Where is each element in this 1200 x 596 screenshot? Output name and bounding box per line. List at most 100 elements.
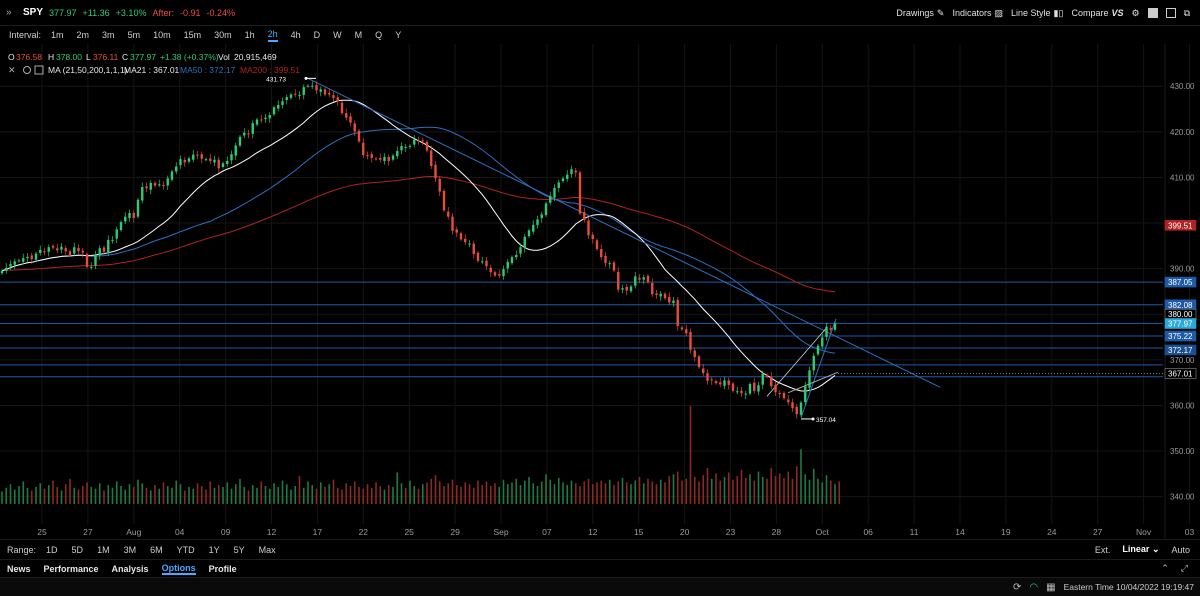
interval-15m[interactable]: 15m [184, 30, 202, 40]
volume-bar [77, 489, 80, 504]
tab-performance[interactable]: Performance [44, 564, 99, 574]
tab-news[interactable]: News [7, 564, 31, 574]
x-tick-label: 29 [450, 527, 460, 537]
maximize-icon[interactable] [1165, 8, 1176, 18]
interval-2h[interactable]: 2h [267, 29, 278, 42]
volume-bar [115, 481, 118, 504]
layout-icon[interactable] [1147, 8, 1158, 18]
interval-1h[interactable]: 1h [245, 30, 255, 40]
grid-icon[interactable]: ▦ [1046, 582, 1055, 593]
range-max[interactable]: Max [259, 545, 276, 555]
volume-bar [770, 468, 773, 504]
ma-study-title: MA (21,50,200,1,1,1) [48, 65, 128, 75]
candle-body [553, 187, 556, 198]
interval-2m[interactable]: 2m [77, 30, 90, 40]
volume-bar [689, 406, 692, 504]
range-ytd[interactable]: YTD [177, 545, 195, 555]
candle-body [736, 391, 739, 393]
range-6m[interactable]: 6M [150, 545, 163, 555]
range-1d[interactable]: 1D [46, 545, 58, 555]
symbol-label[interactable]: SPY [23, 7, 43, 18]
interval-1m[interactable]: 1m [51, 30, 64, 40]
extended-hours-toggle[interactable]: Ext. [1095, 545, 1111, 555]
volume-bar [834, 484, 836, 504]
settings-gear-icon[interactable]: ⚙ [1131, 8, 1139, 19]
interval-q[interactable]: Q [375, 30, 382, 40]
support-resistance-lines[interactable] [0, 281, 1163, 378]
time-axis[interactable]: 25 27 Aug 04 09 12 17 22 25 29 Sep 07 12 15 20 23 28 Oct 0… [37, 527, 1194, 537]
interval-4h[interactable]: 4h [291, 30, 301, 40]
interval-3m[interactable]: 3m [102, 30, 115, 40]
candle-body [617, 271, 620, 290]
range-3m[interactable]: 3M [124, 545, 137, 555]
popout-icon[interactable]: ⧉ [1184, 8, 1190, 19]
interval-m[interactable]: M [355, 30, 363, 40]
auto-scale-toggle[interactable]: Auto [1171, 545, 1190, 555]
x-tick-label: 12 [267, 527, 277, 537]
volume-bar [281, 480, 284, 504]
range-1y[interactable]: 1Y [209, 545, 220, 555]
candle-body [315, 85, 318, 91]
tab-profile[interactable]: Profile [209, 564, 237, 574]
trendlines[interactable] [307, 78, 941, 418]
collapse-panel-icon[interactable]: ⌃ [1161, 563, 1169, 574]
candle-body [417, 140, 420, 142]
volume-bar [838, 481, 841, 504]
drawings-button[interactable]: Drawings ✎ [896, 8, 944, 19]
range-5y[interactable]: 5Y [234, 545, 245, 555]
expand-panel-icon[interactable]: ⤢ [1181, 563, 1188, 574]
refresh-icon[interactable]: ⟳ [1013, 582, 1021, 593]
tab-options[interactable]: Options [161, 563, 196, 575]
candle-body [353, 123, 356, 132]
price-axis[interactable]: 430.00420.00410.00400.00390.00380.00370.… [1164, 44, 1197, 539]
x-tick-label: Sep [493, 527, 508, 537]
interval-10m[interactable]: 10m [153, 30, 171, 40]
volume-bar [625, 482, 628, 504]
close-study-icon[interactable]: ✕ [8, 65, 16, 75]
volume-bar [379, 486, 382, 504]
candle-body [642, 277, 645, 280]
volume-bar [404, 487, 407, 504]
candle-body [655, 293, 658, 296]
candle-body [179, 159, 182, 166]
after-hours-pct: -0.24% [206, 7, 236, 18]
volume-bar [451, 479, 454, 504]
volume-bar [120, 486, 122, 504]
range-5d[interactable]: 5D [72, 545, 84, 555]
indicators-button[interactable]: Indicators ▨ [952, 8, 1003, 19]
volume-bar [621, 477, 624, 504]
ohlc-h-label: H [48, 52, 54, 62]
volume-bar [132, 486, 135, 504]
interval-30m[interactable]: 30m [214, 30, 232, 40]
candle-body [544, 203, 548, 216]
candle-body [22, 258, 25, 262]
interval-d[interactable]: D [314, 30, 321, 40]
candle-body [107, 239, 110, 254]
scale-select[interactable]: Linear ⌄ [1122, 544, 1159, 555]
interval-w[interactable]: W [333, 30, 342, 40]
line-style-button[interactable]: Line Style ▮▯ [1011, 8, 1063, 19]
candle-body [714, 381, 718, 384]
expand-chevron-icon[interactable]: » [6, 7, 12, 18]
candle-body [145, 186, 148, 189]
candle-body [132, 213, 135, 219]
top-toolbar: » SPY 377.97 +11.36 +3.10% After: -0.91 … [0, 0, 1200, 26]
interval-y[interactable]: Y [395, 30, 401, 40]
tab-analysis[interactable]: Analysis [112, 564, 149, 574]
x-tick-label: 17 [313, 527, 323, 537]
candle-body [706, 373, 709, 381]
volume-bar [481, 485, 484, 504]
volume-bar [5, 487, 8, 504]
compare-button[interactable]: Compare VS [1071, 8, 1123, 18]
candle-style-icon: ▮▯ [1053, 7, 1064, 18]
candle-body [489, 267, 492, 273]
price-chart[interactable]: 431.73357.04 430.00420.00410.00400.00390… [0, 44, 1200, 539]
candle-body [56, 248, 59, 251]
study-visibility-icon[interactable] [23, 66, 31, 74]
candle-body [366, 155, 369, 157]
candle-body [672, 300, 675, 304]
interval-5m[interactable]: 5m [128, 30, 141, 40]
ohlc-open: 376.58 [16, 52, 42, 62]
range-1m[interactable]: 1M [97, 545, 110, 555]
candle-body [175, 166, 178, 172]
